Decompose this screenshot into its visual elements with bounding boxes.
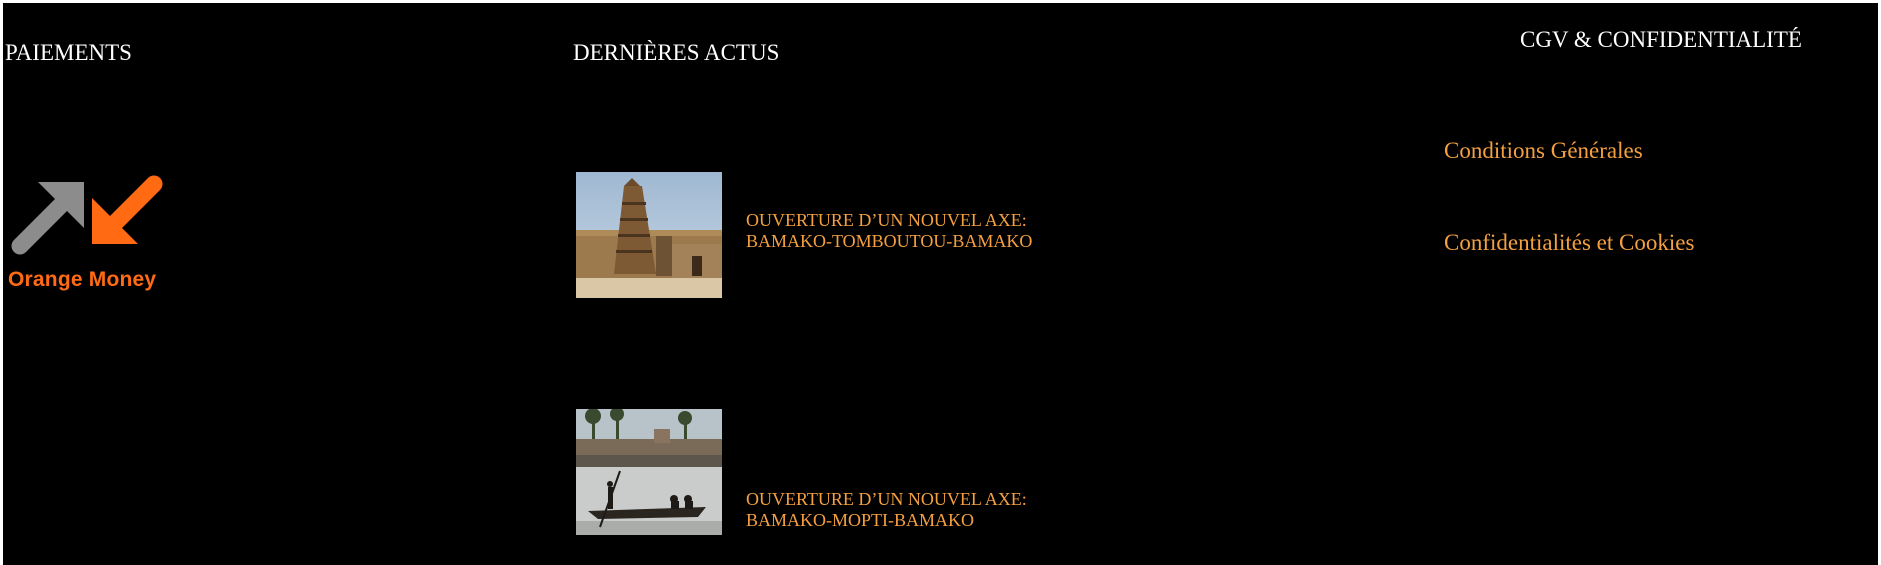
news-1-line2: BAMAKO-TOMBOUTOU-BAMAKO [746, 231, 1033, 251]
news-1-line1: OUVERTURE D’UN NOUVEL AXE: [746, 210, 1027, 230]
news-thumbnail-river[interactable] [576, 409, 722, 535]
confidentialite-cookies-link[interactable]: Confidentialités et Cookies [1444, 231, 1694, 254]
footer-section: PAIEMENTS Orange Money DERNIÈRES ACTUS O… [3, 3, 1878, 565]
news-heading: DERNIÈRES ACTUS [573, 40, 780, 65]
news-link-2[interactable]: OUVERTURE D’UN NOUVEL AXE: BAMAKO-MOPTI-… [746, 489, 1027, 531]
river-canoe-photo [576, 409, 722, 535]
orange-money-arrows-icon [11, 175, 163, 255]
news-thumbnail-mosque[interactable] [576, 172, 722, 298]
news-2-line2: BAMAKO-MOPTI-BAMAKO [746, 510, 975, 530]
news-link-1[interactable]: OUVERTURE D’UN NOUVEL AXE: BAMAKO-TOMBOU… [746, 210, 1032, 252]
mosque-photo [576, 172, 722, 298]
orange-money-logo[interactable]: Orange Money [8, 168, 168, 293]
news-2-line1: OUVERTURE D’UN NOUVEL AXE: [746, 489, 1027, 509]
legal-heading: CGV & CONFIDENTIALITÉ [1520, 27, 1802, 52]
conditions-generales-link[interactable]: Conditions Générales [1444, 139, 1643, 162]
orange-money-label: Orange Money [8, 268, 157, 291]
payments-heading: PAIEMENTS [5, 40, 132, 65]
